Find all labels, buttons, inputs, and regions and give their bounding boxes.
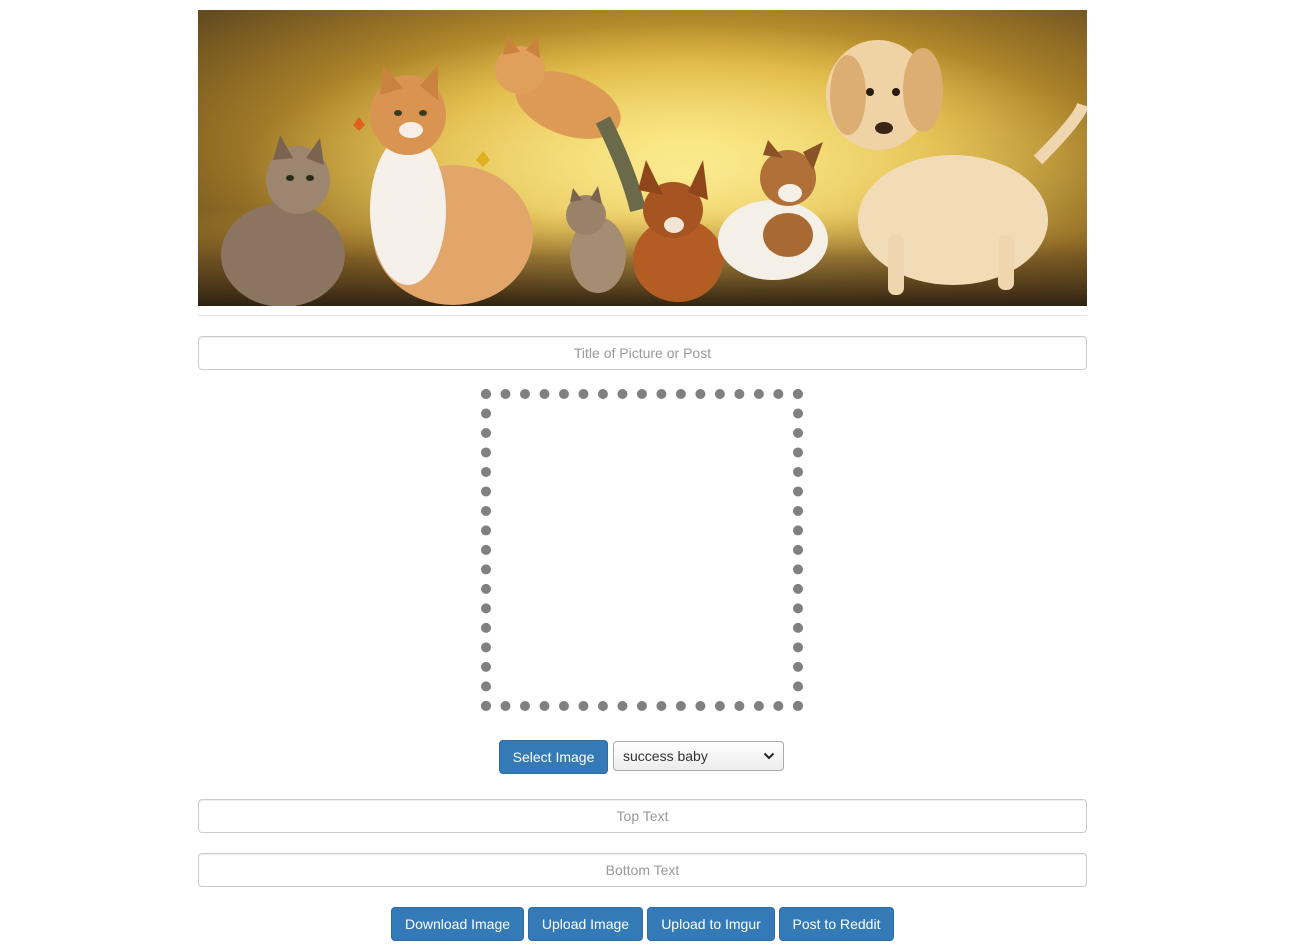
select-image-button[interactable]: Select Image [499, 740, 608, 774]
chevron-down-icon [763, 752, 775, 760]
upload-image-button[interactable]: Upload Image [528, 907, 643, 941]
template-select-value: success baby [623, 748, 708, 764]
image-dropzone[interactable] [481, 389, 803, 711]
top-text-input[interactable] [198, 799, 1087, 833]
download-image-button[interactable]: Download Image [391, 907, 524, 941]
title-input[interactable] [198, 336, 1087, 370]
header-divider [198, 315, 1087, 316]
banner-image [198, 10, 1087, 306]
post-to-reddit-button[interactable]: Post to Reddit [779, 907, 894, 941]
cats-and-dogs-illustration [198, 10, 1087, 306]
bottom-text-input[interactable] [198, 853, 1087, 887]
meme-generator-page: Select Image success baby Download Image… [0, 0, 1301, 947]
upload-to-imgur-button[interactable]: Upload to Imgur [647, 907, 775, 941]
template-select[interactable]: success baby [613, 741, 784, 771]
